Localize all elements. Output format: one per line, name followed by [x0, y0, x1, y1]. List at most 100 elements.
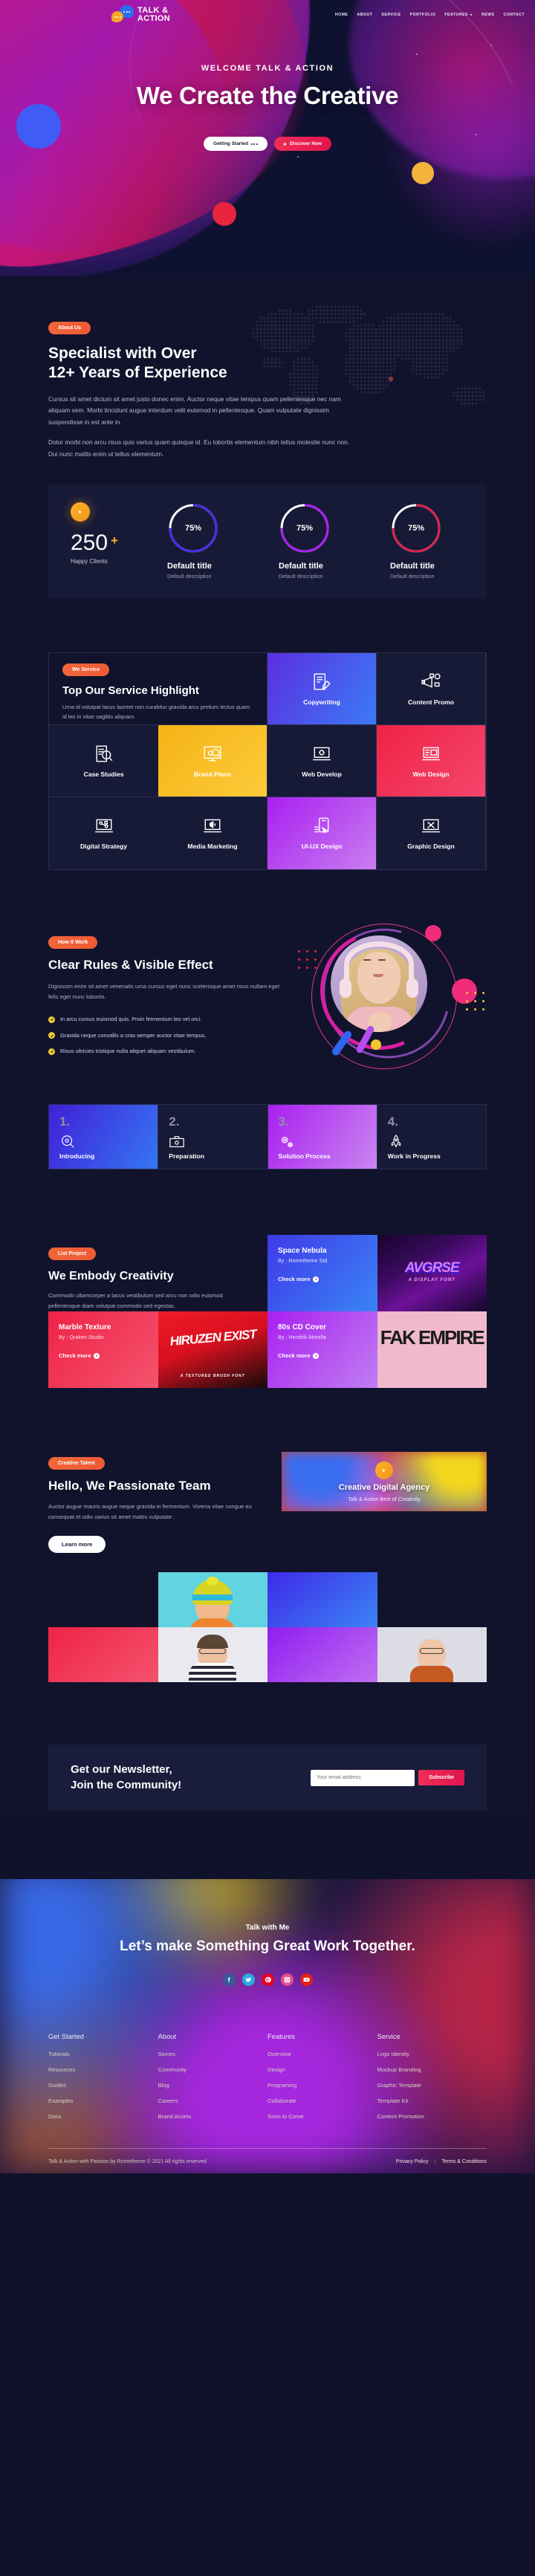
footer-link[interactable]: Blog	[158, 2082, 268, 2089]
footer-link[interactable]: Examples	[48, 2098, 158, 2104]
service-card-media-marketing[interactable]: Media Marketing	[158, 797, 268, 870]
projects-title: We Embody Creativity	[48, 1270, 174, 1283]
service-card-copywriting[interactable]: Copywriting	[268, 653, 377, 726]
footer-link[interactable]: Content Promotion	[377, 2113, 487, 2120]
terms-conditions-link[interactable]: Terms & Conditions	[441, 2159, 487, 2164]
footer-link[interactable]: Programing	[268, 2082, 377, 2089]
project-check-more-link[interactable]: Check more	[278, 1352, 367, 1359]
project-author: By : Qraken Studio	[59, 1334, 104, 1341]
check-circle-icon	[48, 1048, 55, 1055]
service-label: Graphic Design	[407, 843, 455, 851]
discover-now-label: Discover Now	[289, 141, 322, 146]
team-photo-3[interactable]	[48, 1627, 158, 1683]
newsletter-form: Subscribe	[311, 1769, 464, 1786]
team-title: Hello, We Passionate Team	[48, 1479, 211, 1493]
footer-link[interactable]: Careers	[158, 2098, 268, 2104]
service-card-ui-ux-design[interactable]: UI-UX Design	[268, 797, 377, 870]
privacy-policy-link[interactable]: Privacy Policy	[396, 2159, 429, 2164]
footer-link[interactable]: Tutorials	[48, 2051, 158, 2057]
nav-item-about[interactable]: ABOUT	[357, 13, 372, 17]
thumbnail-text: HIRUZEN EXIST	[169, 1327, 257, 1349]
video-promo-card[interactable]: Creative Digital Agency Talk & Action Be…	[282, 1452, 487, 1512]
ring-description: Default description	[279, 573, 323, 580]
team-photo-grid	[48, 1572, 487, 1683]
process-steps: 1. Introducing 2. Preparation 3. Solutio…	[48, 1104, 487, 1170]
thumbnail-subtext: A DISPLAY FONT	[408, 1278, 455, 1283]
progress-ring-item: 75% Default title Default description	[167, 502, 241, 580]
project-card-marble-texture[interactable]: Marble Texture By : Qraken Studio Check …	[48, 1311, 158, 1389]
footer-link[interactable]: Collaborate	[268, 2098, 377, 2104]
check-circle-icon	[48, 1032, 55, 1039]
project-card-80s-cd-cover[interactable]: 80s CD Cover By : Hendrik Morella Check …	[268, 1311, 377, 1389]
project-thumbnail-80s-cd-cover[interactable]: FAK EMPIRE	[377, 1311, 487, 1389]
footer-link[interactable]: Brand Assets	[158, 2113, 268, 2120]
youtube-icon[interactable]	[299, 1973, 313, 1986]
team-photo-2[interactable]	[268, 1572, 377, 1628]
service-card-graphic-design[interactable]: Graphic Design	[377, 797, 486, 870]
about-title-line2: 12+ Years of Experience	[48, 364, 227, 382]
step-card-solution-process[interactable]: 3. Solution Process	[268, 1105, 377, 1169]
progress-ring: 75%	[167, 502, 219, 554]
team-section: Creative Talent Hello, We Passionate Tea…	[0, 1388, 535, 1683]
service-card-web-develop[interactable]: Web Develop	[268, 725, 377, 798]
discover-now-button[interactable]: Discover Now	[273, 137, 331, 151]
footer-link[interactable]: Graphic Template	[377, 2082, 487, 2089]
nav-item-contact[interactable]: CONTACT	[504, 13, 525, 17]
footer-link[interactable]: Stories	[158, 2051, 268, 2057]
footer-link[interactable]: Design	[268, 2066, 377, 2073]
magnifier-eye-icon	[59, 1134, 147, 1152]
twitter-icon[interactable]	[241, 1973, 255, 1986]
footer-link[interactable]: Overview	[268, 2051, 377, 2057]
project-card-space-nebula[interactable]: Space Nebula By : Rometheme Std Check mo…	[268, 1235, 377, 1312]
team-photo-1[interactable]	[158, 1572, 268, 1628]
about-title: Specialist with Over 12+ Years of Experi…	[48, 344, 487, 383]
footer-link[interactable]: Template Kit	[377, 2098, 487, 2104]
nav-item-home[interactable]: HOME	[335, 13, 348, 17]
subscribe-button[interactable]: Subscribe	[418, 1770, 464, 1786]
project-thumbnail-space-nebula[interactable]: AVGRSE A DISPLAY FONT	[377, 1235, 487, 1312]
footer-link[interactable]: Soon to Come	[268, 2113, 377, 2120]
ring-percent: 75%	[296, 524, 314, 533]
service-label: Media Marketing	[187, 843, 238, 851]
newsletter-email-input[interactable]	[311, 1769, 415, 1786]
getting-started-button[interactable]: Getting Started	[204, 137, 268, 151]
instagram-icon[interactable]	[280, 1973, 294, 1986]
project-check-more-link[interactable]: Check more	[59, 1352, 148, 1359]
nav-item-features[interactable]: FEATURES	[444, 13, 473, 17]
decorative-circle-pink-small	[425, 925, 441, 942]
play-button-icon[interactable]	[375, 1461, 393, 1479]
nav-item-news[interactable]: NEWS	[482, 13, 495, 17]
service-card-content-promo[interactable]: Content Promo	[377, 653, 486, 726]
social-links	[0, 1973, 535, 1986]
projects-section: List Project We Embody Creativity Commod…	[0, 1169, 535, 1389]
step-card-introducing[interactable]: 1. Introducing	[49, 1105, 159, 1169]
service-card-case-studies[interactable]: Case Studies	[49, 725, 158, 798]
footer-link[interactable]: Docs	[48, 2113, 158, 2120]
team-photo-6[interactable]	[377, 1627, 487, 1683]
footer-link[interactable]: Community	[158, 2066, 268, 2073]
laptop-layout-icon	[421, 744, 441, 764]
service-card-brand-plans[interactable]: Brand Plans	[158, 725, 268, 798]
nav-item-service[interactable]: SERVICE	[381, 13, 401, 17]
footer-link[interactable]: Resources	[48, 2066, 158, 2073]
step-card-preparation[interactable]: 2. Preparation	[158, 1105, 268, 1169]
nav-item-portfolio[interactable]: PORTFOLIO	[410, 13, 436, 17]
service-card-web-design[interactable]: Web Design	[377, 725, 486, 798]
team-photo-4[interactable]	[158, 1627, 268, 1683]
ring-title: Default title	[279, 562, 323, 571]
services-badge: We Service	[62, 664, 110, 677]
learn-more-button[interactable]: Learn more	[48, 1536, 106, 1554]
project-thumbnail-marble-texture[interactable]: HIRUZEN EXIST A TEXTURED BRUSH FONT	[158, 1311, 268, 1389]
project-check-more-link[interactable]: Check more	[278, 1276, 367, 1282]
service-card-digital-strategy[interactable]: Digital Strategy	[49, 797, 158, 870]
pinterest-icon[interactable]	[261, 1973, 274, 1986]
footer-column-about: About Stories Community Blog Careers Bra…	[158, 2032, 268, 2129]
brand-logo[interactable]: TALK & ACTION	[111, 5, 170, 25]
step-card-work-in-progress[interactable]: 4. Work in Progress	[377, 1105, 486, 1169]
facebook-icon[interactable]	[222, 1973, 236, 1986]
footer-link[interactable]: Mockup Branding	[377, 2066, 487, 2073]
team-photo-5[interactable]	[268, 1627, 377, 1683]
play-button-icon[interactable]	[71, 502, 90, 522]
footer-link[interactable]: Guides	[48, 2082, 158, 2089]
footer-link[interactable]: Logo Identity	[377, 2051, 487, 2057]
